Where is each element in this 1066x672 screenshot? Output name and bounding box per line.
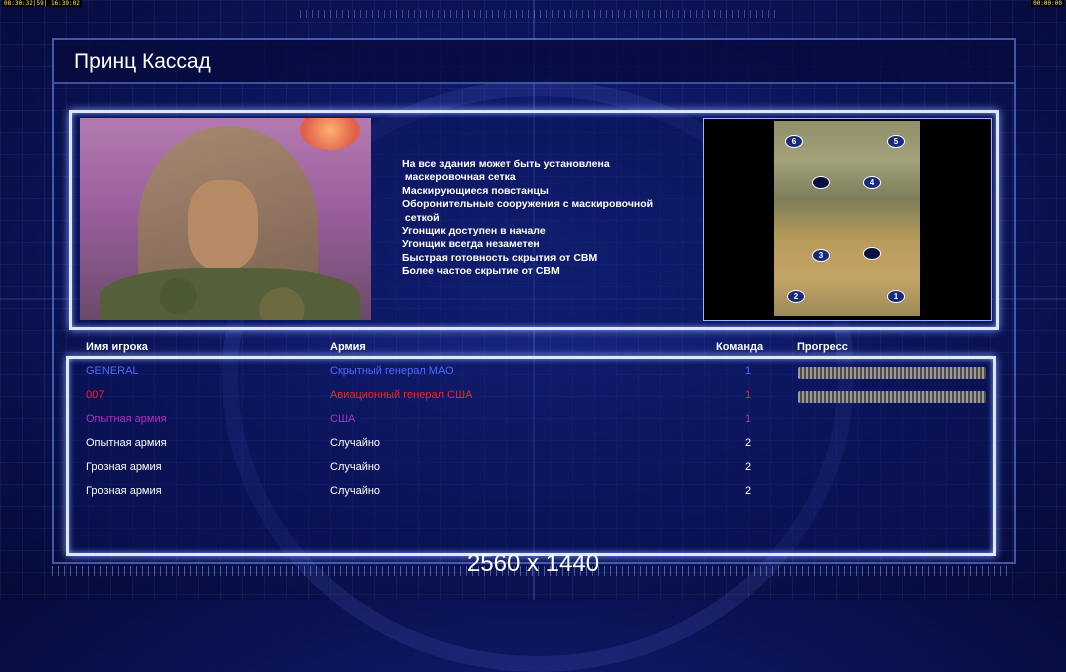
ruler-top — [300, 10, 780, 18]
general-portrait — [80, 118, 371, 320]
start-position-6[interactable]: 6 — [785, 135, 803, 148]
player-team: 2 — [745, 461, 752, 473]
header-player-name: Имя игрока — [86, 341, 148, 353]
player-army: Авиационный генерал США — [330, 389, 473, 401]
fps-clock-left: 08:30:32|59| 16:39:02 — [2, 0, 82, 7]
player-army: Скрытный генерал МАО — [330, 365, 454, 377]
player-team: 1 — [745, 389, 752, 401]
header-army: Армия — [330, 341, 366, 353]
general-face — [188, 180, 258, 270]
start-position-2[interactable]: 2 — [787, 290, 805, 303]
player-army: Случайно — [330, 437, 381, 449]
player-team: 1 — [745, 413, 752, 425]
feature-line: Угонщик доступен в начале — [402, 225, 546, 238]
player-team: 2 — [745, 485, 752, 497]
player-name: 007 — [86, 389, 105, 401]
table-row[interactable]: Опытная армия США 1 — [86, 413, 986, 431]
feature-line: Более частое скрытие от СВМ — [402, 265, 560, 278]
feature-line: Быстрая готовность скрытия от СВМ — [402, 251, 598, 264]
loading-progress-bar — [798, 391, 986, 403]
feature-line: На все здания может быть установлена — [402, 158, 610, 170]
feature-line: Угонщик всегда незаметен — [402, 238, 540, 251]
header-progress: Прогресс — [797, 341, 848, 353]
player-name: Опытная армия — [86, 437, 167, 449]
start-position-4[interactable]: 4 — [863, 176, 881, 189]
player-name: Грозная армия — [86, 485, 162, 497]
start-position-empty[interactable] — [812, 176, 830, 189]
loading-progress-bar — [798, 367, 986, 379]
start-position-5[interactable]: 5 — [887, 135, 905, 148]
feature-line: маскеровочная сетка — [402, 171, 516, 184]
player-army: Случайно — [330, 461, 381, 473]
general-features-list: На все здания может быть установлена мас… — [402, 158, 653, 279]
start-position-3[interactable]: 3 — [812, 249, 830, 262]
player-name: Опытная армия — [86, 413, 167, 425]
map-preview[interactable]: 6 5 4 3 2 1 — [774, 121, 920, 316]
player-army: Случайно — [330, 485, 381, 497]
players-table — [66, 356, 996, 556]
player-army: США — [330, 413, 356, 425]
start-position-empty[interactable] — [863, 247, 881, 260]
start-position-1[interactable]: 1 — [887, 290, 905, 303]
resolution-watermark: 2560 x 1440 — [466, 550, 600, 577]
fps-clock-right: 00:00:00 — [1031, 0, 1064, 7]
sunset-sun — [300, 118, 360, 150]
player-name: Грозная армия — [86, 461, 162, 473]
table-row[interactable]: Опытная армия Случайно 2 — [86, 437, 986, 455]
player-team: 2 — [745, 437, 752, 449]
table-row[interactable]: Грозная армия Случайно 2 — [86, 485, 986, 503]
feature-line: сеткой — [402, 211, 440, 224]
table-row[interactable]: Грозная армия Случайно 2 — [86, 461, 986, 479]
table-row[interactable]: GENERAL Скрытный генерал МАО 1 — [86, 365, 986, 383]
page-title: Принц Кассад — [74, 50, 211, 73]
feature-line: Оборонительные сооружения с маскировочно… — [402, 198, 654, 211]
player-name: GENERAL — [86, 365, 139, 377]
table-row[interactable]: 007 Авиационный генерал США 1 — [86, 389, 986, 407]
feature-line: Маскирующиеся повстанцы — [402, 184, 549, 197]
player-team: 1 — [745, 365, 752, 377]
header-team: Команда — [716, 341, 764, 353]
camo-uniform — [100, 268, 360, 320]
